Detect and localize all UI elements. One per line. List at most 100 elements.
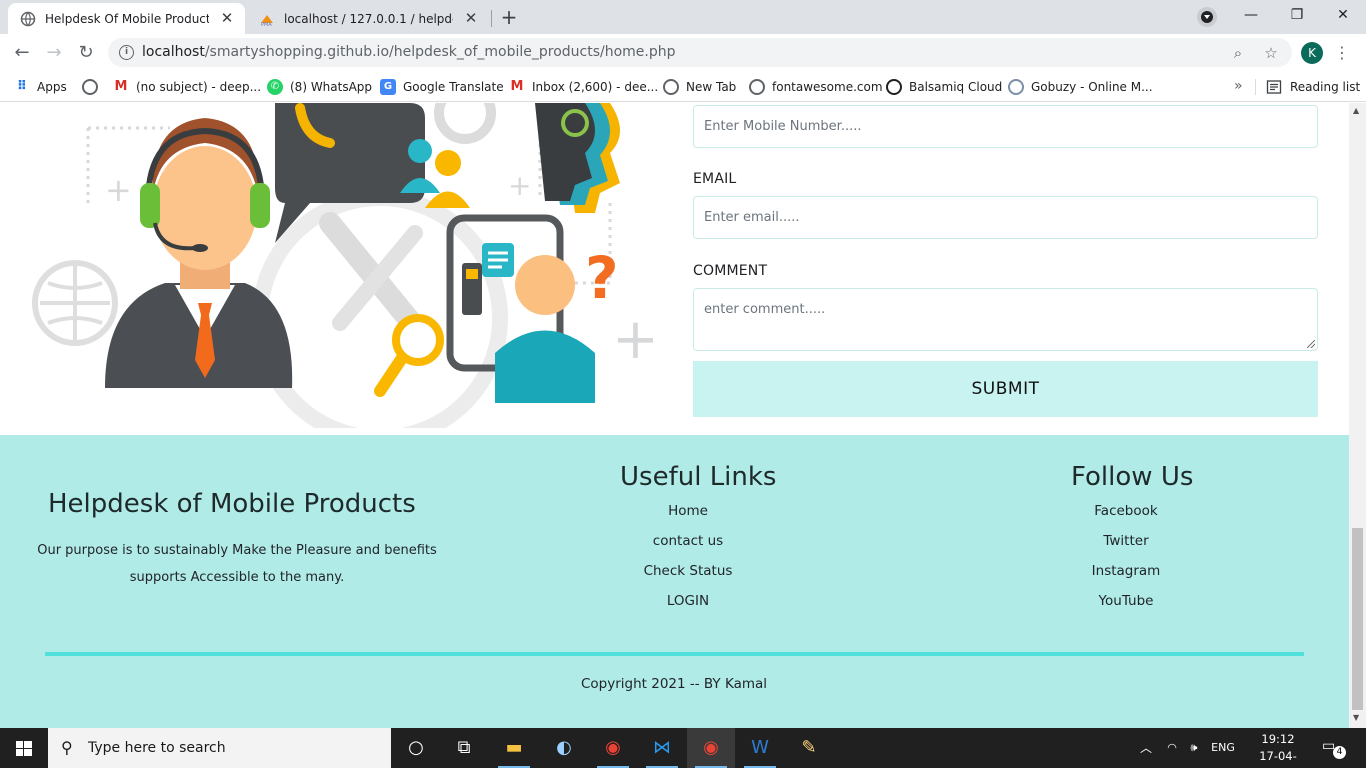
taskbar-search-placeholder: Type here to search <box>88 740 226 756</box>
clock-date: 17-04-2021 <box>1259 749 1297 780</box>
cortana-icon[interactable]: ○ <box>392 728 440 768</box>
chrome-icon[interactable]: ◉ <box>589 728 637 768</box>
bookmark-label: Balsamiq Cloud <box>909 80 1003 94</box>
resize-handle-icon[interactable] <box>1307 340 1315 348</box>
show-hidden-icons-icon[interactable]: ︿ <box>1137 728 1155 768</box>
footer-link-twitter[interactable]: Twitter <box>1026 533 1226 549</box>
close-tab-icon[interactable]: ✕ <box>219 10 235 27</box>
bookmark-globe[interactable] <box>82 78 105 96</box>
reading-list-button[interactable]: Reading list <box>1266 78 1360 96</box>
profile-avatar[interactable]: K <box>1301 42 1323 64</box>
phpmyadmin-icon: PMA <box>261 14 273 27</box>
notification-count-badge: 4 <box>1333 746 1346 759</box>
footer-about-title: Helpdesk of Mobile Products <box>48 489 416 519</box>
site-info-icon[interactable]: i <box>119 45 134 60</box>
new-tab-button[interactable]: + <box>496 5 522 31</box>
minimize-button[interactable]: — <box>1228 0 1274 30</box>
bookmark-label: Apps <box>37 80 67 94</box>
scrollbar-thumb[interactable] <box>1352 528 1363 710</box>
scroll-down-icon[interactable]: ▼ <box>1353 713 1359 722</box>
task-view-icon[interactable]: ⧉ <box>440 728 488 768</box>
svg-text:?: ? <box>585 244 619 312</box>
footer-link-contact-us[interactable]: contact us <box>588 533 788 549</box>
browser-menu-icon[interactable]: ⋮ <box>1334 41 1350 65</box>
bookmark-gmail-inbox[interactable]: M Inbox (2,600) - dee... <box>509 78 658 96</box>
email-input[interactable]: Enter email..... <box>693 196 1318 239</box>
balsamiq-icon <box>886 79 902 95</box>
word-icon[interactable]: W <box>736 728 784 768</box>
bookmark-label: Inbox (2,600) - dee... <box>532 80 659 94</box>
start-button[interactable] <box>0 728 48 768</box>
zoom-icon[interactable]: ⌕ <box>1229 44 1247 62</box>
bookmark-fontawesome[interactable]: fontawesome.com <box>749 78 883 96</box>
page-footer: Helpdesk of Mobile Products Our purpose … <box>0 435 1349 728</box>
file-explorer-icon[interactable]: ▬ <box>490 728 538 768</box>
footer-link-check-status[interactable]: Check Status <box>588 563 788 579</box>
bookmark-balsamiq[interactable]: Balsamiq Cloud <box>886 78 1002 96</box>
tab-phpmyadmin[interactable]: PMA localhost / 127.0.0.1 / helpdesk_ ✕ <box>247 3 489 34</box>
more-bookmarks-button[interactable]: » <box>1234 78 1243 94</box>
browser-tab-strip: Helpdesk Of Mobile Product ✕ PMA localho… <box>0 0 1366 34</box>
back-button[interactable]: ← <box>8 39 36 67</box>
svg-text:+: + <box>105 171 132 209</box>
bookmark-new-tab[interactable]: New Tab <box>663 78 736 96</box>
footer-copyright: Copyright 2021 -- BY Kamal <box>580 676 768 692</box>
bookmark-star-icon[interactable]: ☆ <box>1262 44 1280 62</box>
gmail-icon: M <box>113 79 129 95</box>
globe-icon <box>20 11 36 26</box>
close-window-button[interactable]: ✕ <box>1320 0 1366 30</box>
reload-button[interactable]: ↻ <box>72 39 100 67</box>
tab-separator <box>491 10 492 27</box>
paint-icon[interactable]: ✎ <box>785 728 833 768</box>
footer-link-login[interactable]: LOGIN <box>588 593 788 609</box>
bookmark-label: Google Translate <box>403 80 504 94</box>
tab-search-button[interactable] <box>1197 7 1217 27</box>
submit-button[interactable]: SUBMIT <box>693 361 1318 417</box>
bookmark-label: (8) WhatsApp <box>290 80 373 94</box>
chrome-profile-icon[interactable]: ◉ <box>687 728 735 768</box>
svg-text:+: + <box>508 169 531 202</box>
tab-title: localhost / 127.0.0.1 / helpdesk_ <box>284 11 453 26</box>
helpdesk-illustration: + + + ? <box>32 103 659 428</box>
bookmark-label: fontawesome.com <box>772 80 883 94</box>
footer-link-home[interactable]: Home <box>588 503 788 519</box>
address-bar[interactable]: i localhost/smartyshopping.github.io/hel… <box>108 38 1292 67</box>
maximize-button[interactable]: ❐ <box>1274 0 1320 30</box>
bookmarks-separator <box>1255 79 1256 95</box>
mobile-number-input[interactable]: Enter Mobile Number..... <box>693 105 1318 148</box>
globe-icon <box>749 79 765 95</box>
footer-link-facebook[interactable]: Facebook <box>1026 503 1226 519</box>
bookmark-apps[interactable]: ⠿ Apps <box>14 78 67 96</box>
reading-list-icon <box>1266 80 1282 94</box>
bookmark-gmail-no-subject[interactable]: M (no subject) - deep... <box>113 78 261 96</box>
scroll-up-icon[interactable]: ▲ <box>1353 106 1359 115</box>
footer-link-youtube[interactable]: YouTube <box>1026 593 1226 609</box>
follow-us-title: Follow Us <box>1071 462 1194 492</box>
taskbar-search-box[interactable]: ⚲ Type here to search <box>48 728 391 768</box>
bookmark-label: Gobuzy - Online M... <box>1031 80 1153 94</box>
url-path: /smartyshopping.github.io/helpdesk_of_mo… <box>204 44 676 60</box>
bookmark-gobuzy[interactable]: Gobuzy - Online M... <box>1008 78 1153 96</box>
search-icon: ⚲ <box>61 738 73 757</box>
vscode-icon[interactable]: ⋈ <box>638 728 686 768</box>
tab-helpdesk[interactable]: Helpdesk Of Mobile Product ✕ <box>8 3 245 34</box>
footer-link-instagram[interactable]: Instagram <box>1026 563 1226 579</box>
comment-placeholder: enter comment..... <box>704 302 826 317</box>
url-text: localhost/smartyshopping.github.io/helpd… <box>142 44 676 60</box>
windows-taskbar: ⚲ Type here to search ○ ⧉ ▬ ◐ ◉ ⋈ ◉ W ✎ … <box>0 728 1366 780</box>
tab-title: Helpdesk Of Mobile Product <box>45 11 209 26</box>
network-icon[interactable]: ◠ <box>1162 728 1182 768</box>
close-tab-icon[interactable]: ✕ <box>463 10 479 27</box>
comment-textarea[interactable]: enter comment..... <box>693 288 1318 351</box>
useful-links-title: Useful Links <box>620 462 777 492</box>
bookmark-google-translate[interactable]: G Google Translate <box>380 78 504 96</box>
google-translate-icon: G <box>380 79 396 95</box>
volume-icon[interactable]: 🕪 <box>1184 728 1204 768</box>
language-indicator[interactable]: ENG <box>1208 728 1238 768</box>
action-center-icon[interactable]: ▭ 4 <box>1322 738 1346 759</box>
bookmark-whatsapp[interactable]: ✆ (8) WhatsApp <box>267 78 372 96</box>
taskbar-clock[interactable]: 19:12 17-04-2021 <box>1248 731 1308 782</box>
page-scrollbar[interactable]: ▲ ▼ <box>1349 103 1366 728</box>
snipping-tool-icon[interactable]: ◐ <box>540 728 588 768</box>
forward-button[interactable]: → <box>40 39 68 67</box>
